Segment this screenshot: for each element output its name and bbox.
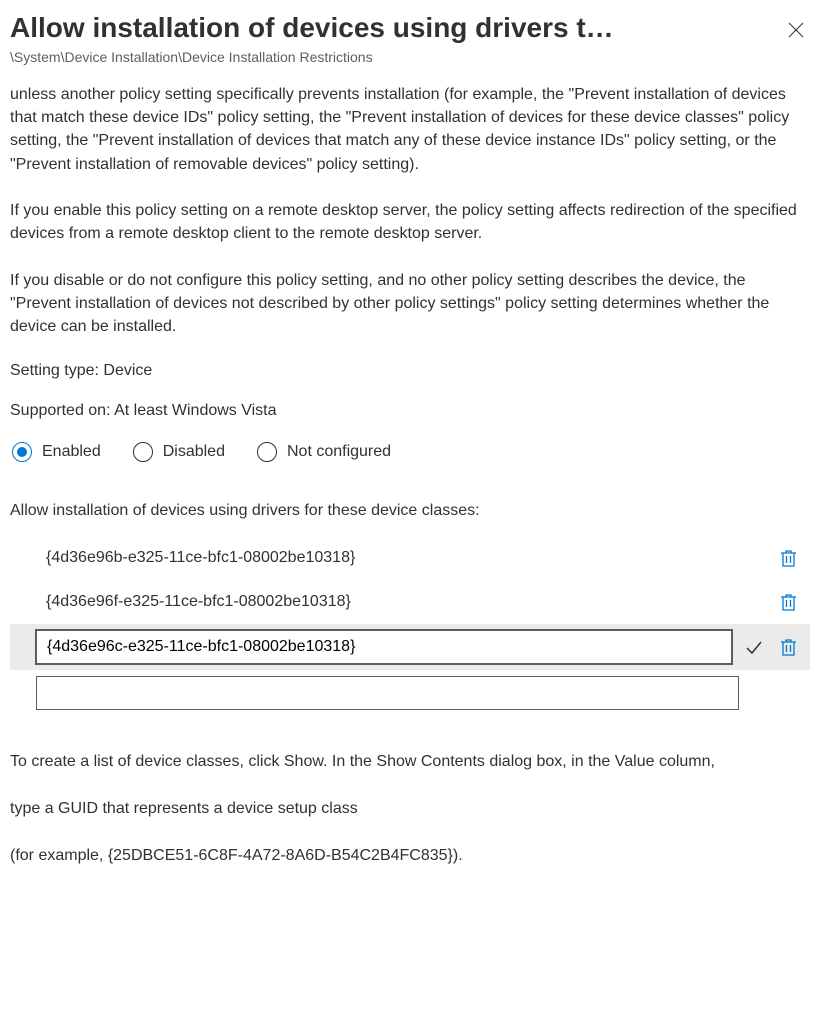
device-class-list-label: Allow installation of devices using driv… — [10, 502, 810, 520]
help-text: To create a list of device classes, clic… — [10, 750, 810, 868]
delete-button[interactable] — [776, 546, 800, 570]
policy-description: unless another policy setting specifical… — [10, 83, 810, 338]
breadcrumb: \System\Device Installation\Device Insta… — [10, 49, 810, 65]
radio-disabled[interactable]: Disabled — [133, 442, 225, 462]
help-line: To create a list of device classes, clic… — [10, 750, 810, 773]
list-item-value: {4d36e96f-e325-11ce-bfc1-08002be10318} — [46, 593, 766, 611]
trash-icon — [780, 638, 797, 656]
radio-label: Disabled — [163, 443, 225, 461]
help-line: type a GUID that represents a device set… — [10, 797, 810, 820]
close-icon — [788, 22, 804, 38]
radio-icon — [12, 442, 32, 462]
page-title: Allow installation of devices using driv… — [10, 10, 782, 45]
radio-icon — [257, 442, 277, 462]
radio-enabled[interactable]: Enabled — [12, 442, 101, 462]
delete-button[interactable] — [776, 635, 800, 659]
trash-icon — [780, 549, 797, 567]
check-icon — [745, 638, 763, 656]
list-item-edit-input[interactable] — [36, 630, 732, 664]
delete-button[interactable] — [776, 590, 800, 614]
list-item-value: {4d36e96b-e325-11ce-bfc1-08002be10318} — [46, 549, 766, 567]
radio-label: Not configured — [287, 443, 391, 461]
trash-icon — [780, 593, 797, 611]
new-item-input[interactable] — [36, 676, 739, 710]
radio-label: Enabled — [42, 443, 101, 461]
confirm-button[interactable] — [742, 635, 766, 659]
list-item[interactable]: {4d36e96b-e325-11ce-bfc1-08002be10318} — [10, 536, 810, 580]
state-radio-group: Enabled Disabled Not configured — [12, 442, 810, 462]
radio-icon — [133, 442, 153, 462]
list-item[interactable]: {4d36e96f-e325-11ce-bfc1-08002be10318} — [10, 580, 810, 624]
radio-not-configured[interactable]: Not configured — [257, 442, 391, 462]
help-line: (for example, {25DBCE51-6C8F-4A72-8A6D-B… — [10, 844, 810, 867]
setting-type: Setting type: Device — [10, 362, 810, 380]
supported-on: Supported on: At least Windows Vista — [10, 402, 810, 420]
list-item-editing — [10, 624, 810, 670]
list-item-new — [10, 670, 810, 716]
close-button[interactable] — [782, 16, 810, 44]
device-class-list: {4d36e96b-e325-11ce-bfc1-08002be10318} {… — [10, 536, 810, 716]
